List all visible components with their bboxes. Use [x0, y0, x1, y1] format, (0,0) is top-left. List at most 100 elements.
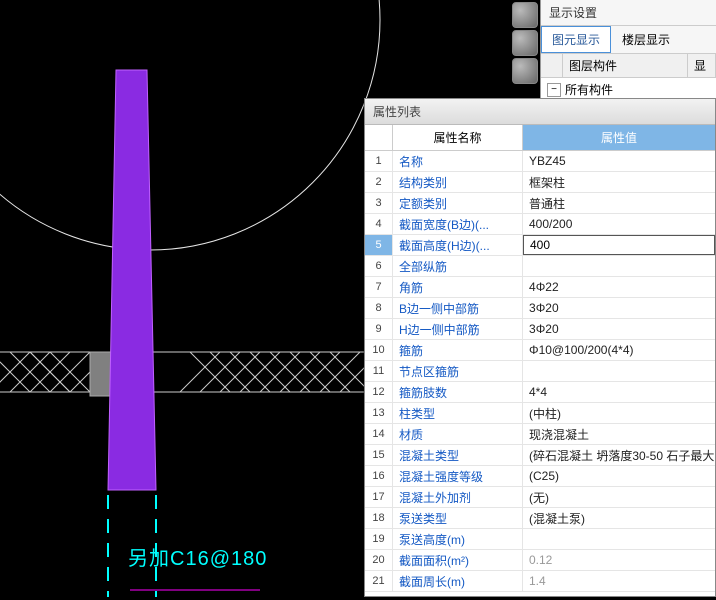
- property-value[interactable]: (中柱): [523, 403, 715, 423]
- tab-floor-display[interactable]: 楼层显示: [611, 26, 681, 53]
- property-row[interactable]: 9H边一侧中部筋3Φ20: [365, 319, 715, 340]
- property-row[interactable]: 15混凝土类型(碎石混凝土 坍落度30-50 石子最大...: [365, 445, 715, 466]
- property-row[interactable]: 5截面高度(H边)(...: [365, 235, 715, 256]
- property-row-number: 4: [365, 214, 393, 234]
- property-row[interactable]: 8B边一侧中部筋3Φ20: [365, 298, 715, 319]
- property-name[interactable]: 箍筋: [393, 340, 523, 360]
- property-row-number: 8: [365, 298, 393, 318]
- property-row-number: 9: [365, 319, 393, 339]
- property-row[interactable]: 2结构类别框架柱: [365, 172, 715, 193]
- property-row[interactable]: 14材质现浇混凝土: [365, 424, 715, 445]
- property-row[interactable]: 18泵送类型(混凝土泵): [365, 508, 715, 529]
- layer-header: 图层构件 显: [541, 54, 716, 78]
- property-name[interactable]: 结构类别: [393, 172, 523, 192]
- property-value[interactable]: [523, 256, 715, 276]
- property-value[interactable]: (无): [523, 487, 715, 507]
- property-name[interactable]: 混凝土类型: [393, 445, 523, 465]
- property-row-number: 12: [365, 382, 393, 402]
- property-row-number: 19: [365, 529, 393, 549]
- property-name[interactable]: 截面周长(m): [393, 571, 523, 591]
- property-name[interactable]: 截面宽度(B边)(...: [393, 214, 523, 234]
- property-name[interactable]: B边一侧中部筋: [393, 298, 523, 318]
- view-globe-icon[interactable]: [512, 2, 538, 28]
- property-value[interactable]: 4Φ22: [523, 277, 715, 297]
- property-value[interactable]: 400/200: [523, 214, 715, 234]
- property-header-name: 属性名称: [393, 125, 523, 150]
- property-name[interactable]: 柱类型: [393, 403, 523, 423]
- cad-annotation-text: 另加C16@180: [128, 542, 267, 571]
- property-row[interactable]: 21截面周长(m)1.4: [365, 571, 715, 592]
- property-name[interactable]: 材质: [393, 424, 523, 444]
- property-value[interactable]: Φ10@100/200(4*4): [523, 340, 715, 360]
- property-row-number: 15: [365, 445, 393, 465]
- property-row-number: 1: [365, 151, 393, 171]
- property-name[interactable]: 箍筋肢数: [393, 382, 523, 402]
- property-value[interactable]: [523, 361, 715, 381]
- property-row-number: 2: [365, 172, 393, 192]
- property-row-number: 16: [365, 466, 393, 486]
- property-value[interactable]: 3Φ20: [523, 298, 715, 318]
- display-settings-panel: 显示设置 图元显示 楼层显示 图层构件 显 − 所有构件: [540, 0, 716, 103]
- property-name[interactable]: 定额类别: [393, 193, 523, 213]
- property-row[interactable]: 19泵送高度(m): [365, 529, 715, 550]
- property-value[interactable]: (C25): [523, 466, 715, 486]
- property-value[interactable]: [523, 235, 715, 255]
- property-row-number: 3: [365, 193, 393, 213]
- layer-header-display: 显: [688, 54, 716, 77]
- property-row-number: 6: [365, 256, 393, 276]
- property-body[interactable]: 1名称YBZ452结构类别框架柱3定额类别普通柱4截面宽度(B边)(...400…: [365, 151, 715, 596]
- property-row-number: 11: [365, 361, 393, 381]
- property-name[interactable]: 混凝土强度等级: [393, 466, 523, 486]
- property-value[interactable]: 普通柱: [523, 193, 715, 213]
- property-header-value[interactable]: 属性值: [523, 125, 715, 150]
- property-row[interactable]: 1名称YBZ45: [365, 151, 715, 172]
- property-name[interactable]: 泵送高度(m): [393, 529, 523, 549]
- property-name[interactable]: 混凝土外加剂: [393, 487, 523, 507]
- property-row-number: 14: [365, 424, 393, 444]
- property-value[interactable]: 框架柱: [523, 172, 715, 192]
- property-panel-title: 属性列表: [365, 99, 715, 125]
- property-row[interactable]: 11节点区箍筋: [365, 361, 715, 382]
- property-name[interactable]: 节点区箍筋: [393, 361, 523, 381]
- property-row-number: 17: [365, 487, 393, 507]
- view-cube-icon[interactable]: [512, 58, 538, 84]
- property-name[interactable]: 名称: [393, 151, 523, 171]
- property-row[interactable]: 3定额类别普通柱: [365, 193, 715, 214]
- property-name[interactable]: 角筋: [393, 277, 523, 297]
- property-row[interactable]: 6全部纵筋: [365, 256, 715, 277]
- property-name[interactable]: H边一侧中部筋: [393, 319, 523, 339]
- property-value[interactable]: 4*4: [523, 382, 715, 402]
- property-name[interactable]: 泵送类型: [393, 508, 523, 528]
- property-value: 0.12: [523, 550, 715, 570]
- property-row[interactable]: 10箍筋Φ10@100/200(4*4): [365, 340, 715, 361]
- property-row[interactable]: 20截面面积(m²)0.12: [365, 550, 715, 571]
- property-row[interactable]: 7角筋4Φ22: [365, 277, 715, 298]
- property-row[interactable]: 16混凝土强度等级(C25): [365, 466, 715, 487]
- property-value-input[interactable]: [523, 235, 715, 255]
- property-value[interactable]: 3Φ20: [523, 319, 715, 339]
- layer-row-label: 所有构件: [565, 81, 613, 98]
- property-name[interactable]: 截面高度(H边)(...: [393, 235, 523, 255]
- property-value[interactable]: YBZ45: [523, 151, 715, 171]
- property-row[interactable]: 13柱类型(中柱): [365, 403, 715, 424]
- property-value[interactable]: [523, 529, 715, 549]
- tab-element-display[interactable]: 图元显示: [541, 26, 611, 53]
- view-2d-icon[interactable]: [512, 30, 538, 56]
- property-value[interactable]: 现浇混凝土: [523, 424, 715, 444]
- property-value[interactable]: (混凝土泵): [523, 508, 715, 528]
- property-row[interactable]: 4截面宽度(B边)(...400/200: [365, 214, 715, 235]
- property-value: 1.4: [523, 571, 715, 591]
- property-name[interactable]: 截面面积(m²): [393, 550, 523, 570]
- property-name[interactable]: 全部纵筋: [393, 256, 523, 276]
- property-row-number: 20: [365, 550, 393, 570]
- property-row[interactable]: 17混凝土外加剂(无): [365, 487, 715, 508]
- layer-header-component: 图层构件: [563, 54, 688, 77]
- collapse-icon[interactable]: −: [547, 83, 561, 97]
- property-row[interactable]: 12箍筋肢数4*4: [365, 382, 715, 403]
- property-header: 属性名称 属性值: [365, 125, 715, 151]
- display-settings-title: 显示设置: [541, 0, 716, 25]
- display-settings-tabs: 图元显示 楼层显示: [541, 25, 716, 54]
- property-value[interactable]: (碎石混凝土 坍落度30-50 石子最大...: [523, 445, 715, 465]
- property-row-number: 21: [365, 571, 393, 591]
- property-row-number: 13: [365, 403, 393, 423]
